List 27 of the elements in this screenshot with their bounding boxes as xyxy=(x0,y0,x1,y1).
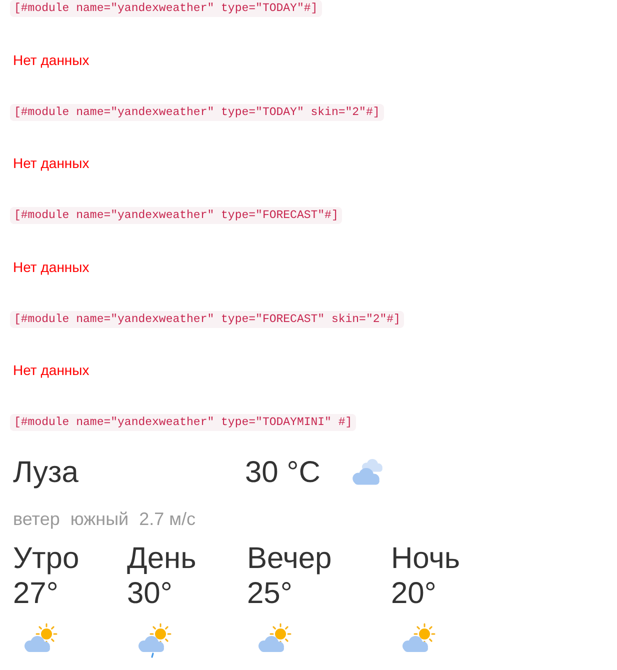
code-snippet: [#module name="yandexweather" type="TODAY" skin="2"#] xyxy=(10,104,384,120)
period-temperature: 20° xyxy=(391,577,436,612)
period-name: Утро xyxy=(13,542,80,576)
sun-cloud-rain-icon xyxy=(136,622,172,658)
no-data-message: Нет данных xyxy=(13,361,90,380)
city-name: Луза xyxy=(13,456,80,490)
wind-direction: южный xyxy=(70,508,129,530)
wind-speed: 2.7 м/с xyxy=(139,508,196,530)
cloud-icon xyxy=(350,459,385,486)
sun-cloud-icon xyxy=(256,622,292,652)
period-name: День xyxy=(127,542,196,576)
wind-label: ветер xyxy=(13,508,60,530)
code-snippet: [#module name="yandexweather" type="FORECAST" skin="2"#] xyxy=(10,310,404,328)
no-data-message: Нет данных xyxy=(13,154,90,173)
period-temperature: 27° xyxy=(13,577,58,612)
no-data-message: Нет данных xyxy=(13,50,90,70)
code-snippet: [#module name="yandexweather" type="TODAYMINI" #] xyxy=(10,414,356,431)
code-snippet: [#module name="yandexweather" type="TODAY"#] xyxy=(10,0,322,17)
current-temperature: 30 °C xyxy=(245,456,322,490)
period-temperature: 30° xyxy=(127,577,172,612)
period-name: Вечер xyxy=(247,542,332,576)
sun-cloud-icon xyxy=(22,622,58,652)
no-data-message: Нет данных xyxy=(13,258,90,276)
period-name: Ночь xyxy=(391,542,460,576)
sun-cloud-icon xyxy=(400,622,436,652)
period-temperature: 25° xyxy=(247,577,292,612)
code-snippet: [#module name="yandexweather" type="FORECAST"#] xyxy=(10,207,342,224)
